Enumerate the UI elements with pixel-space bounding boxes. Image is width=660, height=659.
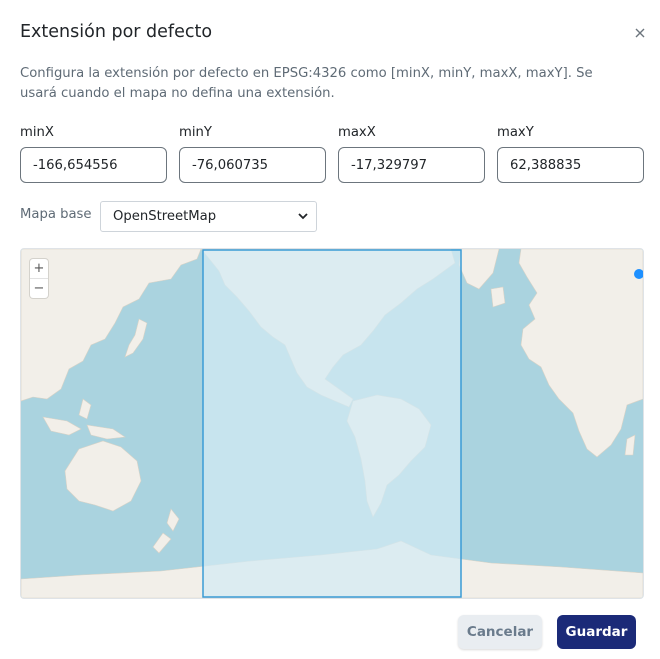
maxx-label: maxX bbox=[338, 125, 376, 140]
zoom-controls: + − bbox=[30, 259, 48, 298]
miny-label: minY bbox=[179, 125, 212, 140]
basemap-selected-value: OpenStreetMap bbox=[113, 209, 217, 224]
cancel-button[interactable]: Cancelar bbox=[458, 615, 542, 649]
save-button[interactable]: Guardar bbox=[557, 615, 636, 649]
world-basemap bbox=[21, 249, 643, 598]
map-view[interactable]: + − bbox=[20, 248, 644, 599]
zoom-in-button[interactable]: + bbox=[30, 259, 48, 278]
dialog-description: Configura la extensión por defecto en EP… bbox=[20, 66, 593, 101]
maxy-label: maxY bbox=[497, 125, 534, 140]
minx-label: minX bbox=[20, 125, 54, 140]
basemap-label: Mapa base bbox=[20, 207, 92, 222]
close-icon[interactable] bbox=[633, 26, 647, 40]
basemap-select[interactable]: OpenStreetMap bbox=[100, 201, 317, 232]
miny-input[interactable] bbox=[179, 147, 326, 183]
map-marker-dot[interactable] bbox=[634, 269, 643, 279]
minx-input[interactable] bbox=[20, 147, 167, 183]
zoom-out-button[interactable]: − bbox=[30, 278, 48, 298]
chevron-down-icon bbox=[298, 213, 308, 220]
maxy-input[interactable] bbox=[497, 147, 644, 183]
dialog-title: Extensión por defecto bbox=[20, 22, 213, 42]
extent-rectangle bbox=[202, 249, 462, 598]
maxx-input[interactable] bbox=[338, 147, 485, 183]
